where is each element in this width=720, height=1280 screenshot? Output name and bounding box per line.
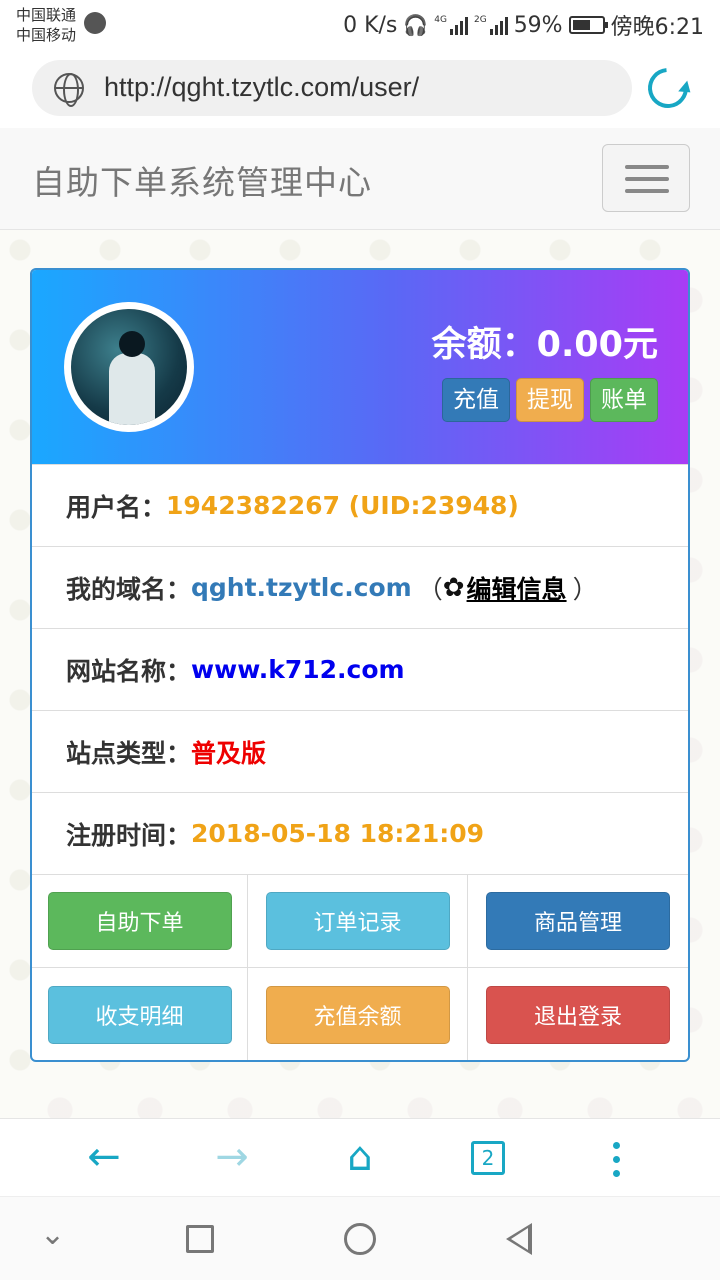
order-records-button[interactable]: 订单记录 <box>265 892 450 950</box>
address-bar: http://qght.tzytlc.com/user/ <box>0 52 720 128</box>
status-bar: 中国联通 中国移动 0 K/s 🎧 4G 2G 59% 傍晚6:21 <box>0 0 720 52</box>
recents-square-icon[interactable] <box>186 1225 214 1253</box>
info-label: 我的域名： <box>66 574 192 604</box>
site-brand[interactable]: 自助下单系统管理中心 <box>32 156 372 204</box>
product-manage-button[interactable]: 商品管理 <box>486 892 670 950</box>
panel-header: 余额：0.00元 充值 提现 账单 <box>32 270 688 464</box>
reg-time-value: 2018-05-18 18:21:09 <box>191 819 484 848</box>
back-triangle-icon[interactable] <box>506 1223 532 1255</box>
avatar-image <box>71 309 187 425</box>
edit-info-link[interactable]: 编辑信息 <box>467 570 567 606</box>
home-icon[interactable]: ⌂ <box>338 1137 382 1181</box>
info-label: 站点类型： <box>66 738 192 768</box>
hamburger-icon <box>625 165 669 169</box>
info-list: 用户名： 1942382267 (UID:23948) 我的域名： qght.t… <box>32 464 688 874</box>
username-value: 1942382267 (UID:23948) <box>166 491 519 520</box>
info-row-username: 用户名： 1942382267 (UID:23948) <box>32 464 688 546</box>
gear-icon: ✿ <box>442 572 465 603</box>
tabs-count-icon[interactable]: 2 <box>471 1141 505 1175</box>
recharge-balance-button[interactable]: 充值余额 <box>265 985 450 1044</box>
browser-toolbar: ← → ⌂ 2 <box>0 1118 720 1196</box>
refresh-icon[interactable] <box>639 59 697 117</box>
vpn-globe-icon <box>84 12 106 34</box>
info-label: 网站名称： <box>66 656 192 686</box>
home-circle-icon[interactable] <box>344 1223 376 1255</box>
system-nav-bar: ⌄ <box>0 1196 720 1280</box>
avatar <box>64 302 194 432</box>
site-type-value: 普及版 <box>191 738 267 768</box>
info-row-site-type: 站点类型： 普及版 <box>32 710 688 792</box>
info-label: 用户名： <box>66 492 167 522</box>
recharge-button[interactable]: 充值 <box>442 378 510 422</box>
network-speed: 0 K/s <box>343 12 398 38</box>
withdraw-button[interactable]: 提现 <box>516 378 584 422</box>
clock: 傍晚6:21 <box>610 15 704 40</box>
globe-icon <box>54 73 84 107</box>
url-text: http://qght.tzytlc.com/user/ <box>104 72 420 102</box>
chevron-down-icon[interactable]: ⌄ <box>40 1217 65 1252</box>
transactions-button[interactable]: 收支明细 <box>47 985 232 1044</box>
domain-link[interactable]: qght.tzytlc.com <box>191 573 412 602</box>
signal-4g-icon: 4G <box>434 15 468 35</box>
balance-actions: 充值 提现 账单 <box>442 378 658 422</box>
logout-button[interactable]: 退出登录 <box>486 985 670 1044</box>
signal-2g-icon: 2G <box>474 15 508 35</box>
back-arrow-icon[interactable]: ← <box>82 1137 126 1181</box>
url-field[interactable]: http://qght.tzytlc.com/user/ <box>32 60 632 116</box>
carrier-1: 中国联通 <box>16 6 77 24</box>
battery-percent: 59% <box>513 12 563 38</box>
self-order-button[interactable]: 自助下单 <box>47 892 232 950</box>
carrier-2: 中国移动 <box>16 26 77 44</box>
info-label: 注册时间： <box>66 820 192 850</box>
site-name-value: www.k712.com <box>191 655 405 684</box>
more-menu-icon[interactable] <box>594 1137 638 1181</box>
site-navbar: 自助下单系统管理中心 <box>0 128 720 230</box>
bill-button[interactable]: 账单 <box>590 378 658 422</box>
paren-open: （ <box>417 574 443 604</box>
user-panel: 余额：0.00元 充值 提现 账单 用户名： 1942382267 (UID:2… <box>30 268 690 1062</box>
info-row-reg-time: 注册时间： 2018-05-18 18:21:09 <box>32 792 688 874</box>
headset-icon: 🎧 <box>403 13 429 37</box>
action-grid: 自助下单 订单记录 商品管理 收支明细 充值余额 退出登录 <box>32 874 688 1060</box>
paren-close: ） <box>572 574 598 604</box>
battery-icon <box>568 16 608 34</box>
carrier-info: 中国联通 中国移动 <box>16 5 76 45</box>
info-row-domain: 我的域名： qght.tzytlc.com （ ✿ 编辑信息 ） <box>32 546 688 628</box>
forward-arrow-icon[interactable]: → <box>210 1137 254 1181</box>
menu-toggle-button[interactable] <box>602 144 690 212</box>
status-indicators: 0 K/s 🎧 4G 2G 59% 傍晚6:21 <box>343 10 704 41</box>
balance-text: 余额：0.00元 <box>431 325 658 365</box>
info-row-site-name: 网站名称： www.k712.com <box>32 628 688 710</box>
